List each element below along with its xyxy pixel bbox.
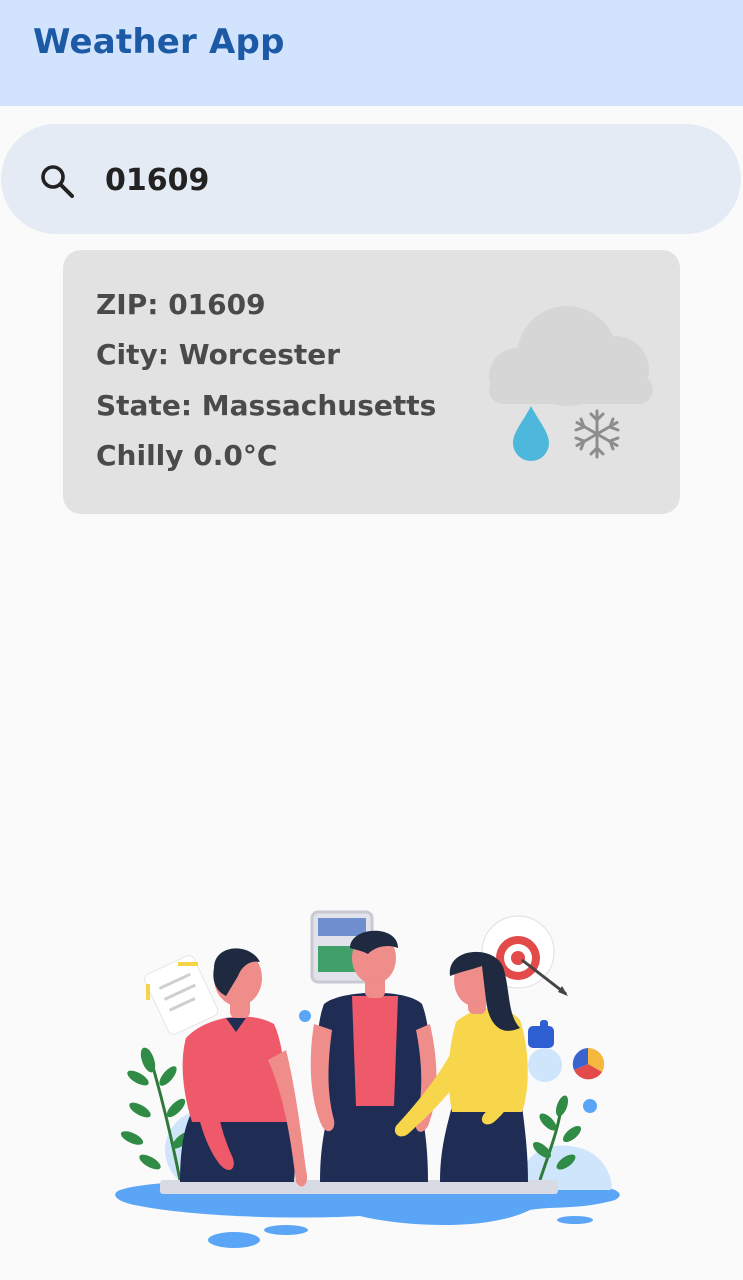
zip-text: ZIP: 01609: [96, 288, 266, 321]
app-bar: Weather App: [0, 0, 743, 106]
city-text: City: Worcester: [96, 338, 341, 371]
zip-search-input[interactable]: [105, 154, 665, 206]
cloud-icon: [489, 306, 653, 406]
weather-card: ZIP: 01609 City: Worcester State: Massac…: [63, 250, 680, 514]
team-illustration: [115, 910, 620, 1248]
state-text: State: Massachusetts: [96, 389, 437, 422]
search-bar[interactable]: [1, 124, 741, 234]
condition-temperature-text: Chilly 0.0°C: [96, 439, 278, 472]
snowflake-icon: [574, 409, 620, 459]
search-icon[interactable]: [37, 161, 77, 201]
water-drop-icon: [513, 406, 549, 461]
app-title: Weather App: [33, 22, 285, 62]
